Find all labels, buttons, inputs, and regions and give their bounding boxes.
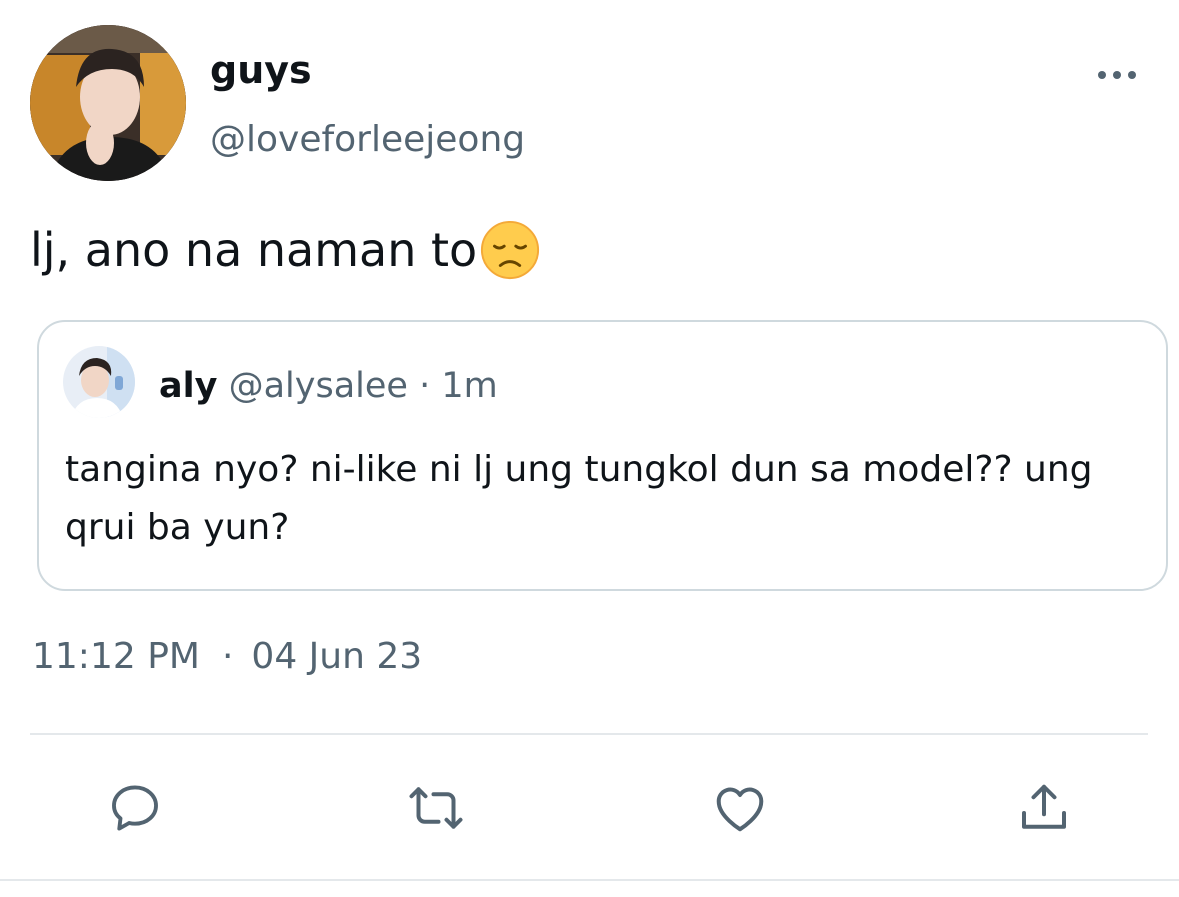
quote-handle[interactable]: @alysalee xyxy=(229,366,408,406)
reply-icon xyxy=(112,785,158,831)
tweet-text: lj, ano na naman to xyxy=(30,219,541,281)
author-avatar[interactable] xyxy=(30,25,186,181)
disappointed-face-emoji-icon xyxy=(481,220,540,280)
heart-icon xyxy=(716,787,764,832)
tweet-text-content: lj, ano na naman to xyxy=(30,223,478,277)
like-button[interactable] xyxy=(710,778,770,838)
quote-text: tangina nyo? ni-like ni lj ung tungkol d… xyxy=(65,449,1093,548)
reply-button[interactable] xyxy=(105,778,165,838)
quoted-tweet-card[interactable]: aly @alysalee · 1m tangina nyo? ni-like … xyxy=(37,320,1168,591)
more-options-icon xyxy=(1098,71,1136,79)
tweet-timestamp[interactable]: 11:12 PM · 04 Jun 23 xyxy=(32,634,422,680)
retweet-icon xyxy=(409,787,463,829)
share-icon xyxy=(1022,784,1066,829)
profile-photo-avatar-icon xyxy=(63,346,135,418)
author-display-name[interactable]: guys xyxy=(210,46,312,94)
more-options-button[interactable] xyxy=(1092,60,1142,90)
timestamp-date: 04 Jun 23 xyxy=(251,636,423,677)
quote-relative-time: 1m xyxy=(441,366,498,406)
bottom-divider xyxy=(0,879,1179,881)
quote-author-avatar[interactable] xyxy=(63,346,135,418)
timestamp-time: 11:12 PM xyxy=(32,636,200,677)
timestamp-separator: · xyxy=(221,636,234,677)
quote-display-name[interactable]: aly xyxy=(159,366,217,406)
divider xyxy=(30,733,1148,735)
quote-header: aly @alysalee · 1m xyxy=(159,364,498,408)
profile-photo-avatar-icon xyxy=(30,25,186,181)
retweet-button[interactable] xyxy=(406,778,466,838)
quote-separator: · xyxy=(419,366,431,406)
author-handle[interactable]: @loveforleejeong xyxy=(210,117,525,163)
share-button[interactable] xyxy=(1014,778,1074,838)
